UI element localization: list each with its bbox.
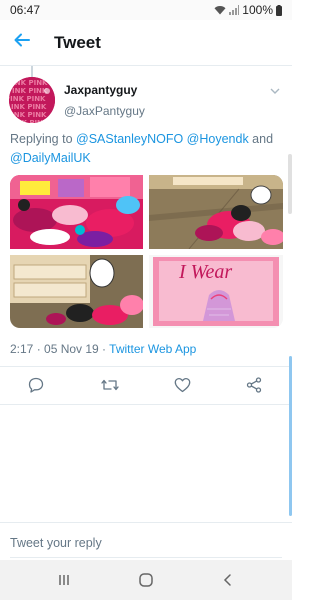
signal-icon — [229, 5, 240, 15]
svg-text:INK PINK: INK PINK — [11, 103, 47, 111]
user-handle: @JaxPantyguy — [64, 104, 145, 118]
mention-separator: and — [248, 132, 274, 146]
back-button[interactable] — [2, 20, 42, 66]
source-link[interactable]: Twitter Web App — [109, 342, 196, 356]
battery-percent: 100% — [242, 3, 273, 17]
battery-icon — [276, 4, 282, 16]
tweet-author[interactable]: Jaxpantyguy @JaxPantyguy — [64, 83, 145, 118]
media-overlay-text: I Wear — [179, 261, 233, 283]
mention-link[interactable]: @DailyMailUK — [10, 151, 91, 165]
svg-text:PINK PINK: PINK PINK — [9, 111, 47, 119]
replying-to: Replying to @SAStanleyNOFO @Hoyendk and … — [10, 130, 282, 168]
wifi-icon — [214, 5, 226, 15]
chevron-down-icon[interactable] — [268, 84, 282, 98]
nav-back-icon[interactable] — [218, 570, 238, 590]
system-nav-bar — [0, 560, 292, 600]
divider — [0, 404, 292, 405]
svg-text:PINK PINK: PINK PINK — [9, 79, 48, 87]
reply-input[interactable] — [10, 536, 280, 550]
reply-icon[interactable] — [26, 375, 46, 395]
retweet-icon[interactable] — [100, 375, 120, 395]
edge-panel-handle[interactable] — [288, 154, 292, 214]
top-app-bar: Tweet — [0, 20, 292, 66]
media-photo-2[interactable] — [149, 175, 283, 249]
reply-prefix: Replying to — [10, 132, 77, 146]
reply-underline — [10, 557, 282, 558]
svg-text:INK PINK: INK PINK — [12, 87, 48, 95]
tweet-actions — [0, 366, 292, 404]
like-icon[interactable] — [172, 375, 192, 395]
nav-home-icon[interactable] — [136, 570, 156, 590]
status-time: 06:47 — [10, 3, 41, 17]
mention-link[interactable]: @SAStanleyNOFO — [76, 132, 183, 146]
avatar[interactable]: PINK PINK INK PINK PINK PINK INK PINK PI… — [9, 77, 55, 123]
svg-text:INK PINK: INK PINK — [13, 119, 49, 123]
nav-recent-icon[interactable] — [54, 570, 74, 590]
media-photo-1[interactable] — [10, 175, 143, 249]
svg-text:PINK PINK: PINK PINK — [9, 95, 46, 103]
scrollbar[interactable] — [289, 356, 292, 516]
reply-composer — [0, 522, 292, 560]
tweet-meta: 2:17 · 05 Nov 19 · Twitter Web App — [10, 342, 196, 356]
share-icon[interactable] — [244, 375, 264, 395]
back-arrow-icon — [14, 33, 30, 52]
timestamp: 2:17 · 05 Nov 19 · — [10, 342, 110, 356]
status-bar: 06:47 100% — [0, 0, 292, 20]
media-photo-4[interactable]: I Wear — [149, 255, 283, 328]
page-title: Tweet — [54, 32, 101, 52]
status-icons: 100% — [214, 3, 282, 17]
media-grid: I Wear — [10, 175, 283, 328]
media-photo-3[interactable] — [10, 255, 143, 328]
mention-link[interactable]: @Hoyendk — [187, 132, 249, 146]
display-name: Jaxpantyguy — [64, 83, 138, 97]
